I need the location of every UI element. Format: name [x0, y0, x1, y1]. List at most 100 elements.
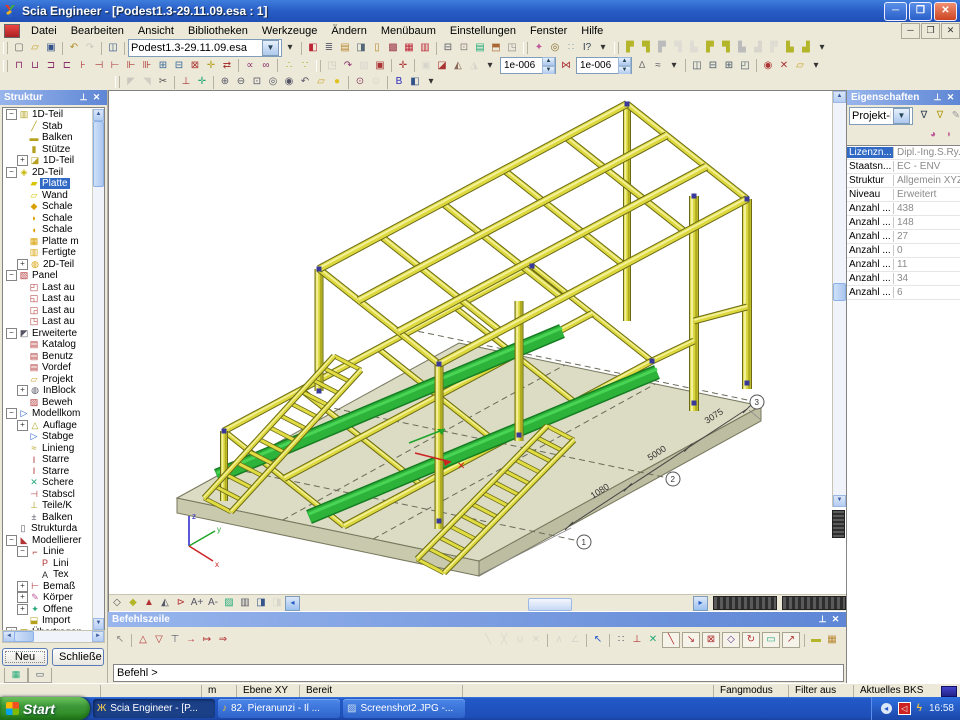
tree-item[interactable]: +◍InBlock [4, 385, 92, 397]
view-set-11-icon[interactable]: ▙ [782, 41, 798, 55]
tree-expander-icon[interactable]: − [6, 408, 17, 419]
close-icon[interactable]: ✕ [829, 614, 842, 626]
save-icon[interactable]: ▣ [43, 41, 59, 55]
inquiry-icon[interactable]: I? [579, 41, 595, 55]
history-icon[interactable]: ↷ [340, 59, 356, 73]
calculator-icon[interactable]: ▦ [824, 633, 840, 647]
render-view-icon[interactable]: ◪ [434, 59, 450, 73]
menu-einstellungen[interactable]: Einstellungen [443, 24, 523, 38]
select-cursor-icon[interactable]: ◤ [123, 75, 139, 89]
property-row[interactable]: Anzahl ...34 [847, 272, 960, 286]
render-triangle-icon[interactable]: ▲ [141, 596, 157, 610]
flags-caret-icon[interactable]: ▾ [814, 41, 830, 55]
tree-item[interactable]: ΡLini [4, 558, 92, 570]
view-3d-icon[interactable]: ◧ [407, 75, 423, 89]
member-end-icon[interactable]: ⊣ [91, 59, 107, 73]
tree-expander-icon[interactable]: − [6, 535, 17, 546]
status-filter[interactable]: Filter aus [788, 685, 853, 697]
edit-pencil-icon[interactable]: ✎ [948, 109, 960, 123]
recess-icon[interactable]: ⊟ [171, 59, 187, 73]
zoom-previous-icon[interactable]: ↶ [297, 75, 313, 89]
opening-icon[interactable]: ⊞ [155, 59, 171, 73]
pin-icon[interactable]: ⊥ [77, 92, 90, 104]
collapse-left-icon[interactable]: ◂ [285, 596, 300, 611]
status-snap-mode[interactable]: Fangmodus [713, 685, 788, 697]
find-in-model-icon[interactable]: ◎ [547, 41, 563, 55]
viewport-scene[interactable]: 108050003075123✕zyx [109, 91, 831, 593]
new-document-icon[interactable]: ▢ [11, 41, 27, 55]
layers-icon[interactable]: ≣ [321, 41, 337, 55]
tree-item[interactable]: ▷Stabge [4, 431, 92, 443]
viewport-vertical-scrollbar[interactable]: ▲ ▼ [832, 91, 846, 507]
tree-item[interactable]: ◆Schale [4, 201, 92, 213]
tile-horizontal-icon[interactable]: ⊟ [705, 59, 721, 73]
end-caret-icon[interactable]: ▾ [808, 59, 824, 73]
model-viewport[interactable]: 108050003075123✕zyx ▲ ▼ ◇◆▲◭⊳A+A-▨▥◨◨ ◂ … [108, 90, 847, 613]
eigenschaften-panel-titlebar[interactable]: Eigenschaften ⊥ ✕ [847, 90, 960, 105]
menu-menbaum[interactable]: Menübaum [374, 24, 443, 38]
tree-item[interactable]: ATex [4, 569, 92, 581]
zoom-all-icon[interactable]: ◎ [265, 75, 281, 89]
tree-item[interactable]: ╱Stab [4, 121, 92, 133]
property-value[interactable]: 11 [894, 259, 960, 270]
menu-bearbeiten[interactable]: Bearbeiten [64, 24, 131, 38]
menu-werkzeuge[interactable]: Werkzeuge [255, 24, 324, 38]
tree-item[interactable]: IStarre [4, 454, 92, 466]
view-caret-icon[interactable]: ▾ [423, 75, 439, 89]
tree-item[interactable]: −⌐Linie [4, 546, 92, 558]
property-value[interactable]: Allgemein XYZ [894, 175, 960, 186]
snap-line-icon[interactable]: ╲ [662, 632, 680, 648]
status-plane[interactable]: Ebene XY [236, 685, 299, 697]
tree-vertical-scrollbar[interactable]: ▲ ▼ [92, 109, 104, 630]
save-view-icon[interactable]: ▣ [418, 59, 434, 73]
favorites-icon[interactable]: ✦ [531, 41, 547, 55]
spin-up-icon[interactable]: ▲ [542, 57, 555, 66]
toolbar-grip[interactable] [614, 42, 619, 54]
property-row[interactable]: Anzahl ...27 [847, 230, 960, 244]
property-value[interactable]: 27 [894, 231, 960, 242]
select-cursor-2-icon[interactable]: ◥ [139, 75, 155, 89]
tree-item[interactable]: ▤Benutz [4, 351, 92, 363]
property-value[interactable]: EC - ENV [894, 161, 960, 172]
tree-item[interactable]: +◍2D-Teil [4, 259, 92, 271]
media-player-tray-icon[interactable]: ◁ [898, 702, 911, 715]
status-ucs[interactable]: Aktuelles BKS [853, 685, 938, 697]
toolbar-grip[interactable] [3, 42, 8, 54]
selection-tee-icon[interactable]: ⊤ [167, 633, 183, 647]
clipboard-icon[interactable]: ▯ [369, 41, 385, 55]
tab-struktur-icon[interactable]: ▦ [4, 668, 28, 683]
property-row[interactable]: Anzahl ...6 [847, 286, 960, 300]
bks-icon[interactable] [941, 686, 957, 697]
mark-red-icon[interactable]: ▣ [372, 59, 388, 73]
scrollbar-thumb[interactable] [528, 598, 572, 611]
property-value[interactable]: 6 [894, 287, 960, 298]
wire-mode-off-icon[interactable]: ◮ [466, 59, 482, 73]
start-button[interactable]: Start [0, 697, 90, 720]
haunch-icon[interactable]: ⊩ [123, 59, 139, 73]
project-folder-icon[interactable]: ▱ [792, 59, 808, 73]
property-row[interactable]: StrukturAllgemein XYZ [847, 174, 960, 188]
property-row[interactable]: Anzahl ...11 [847, 258, 960, 272]
mdi-minimize-button[interactable]: ─ [901, 23, 920, 39]
tree-item[interactable]: ◗Schale [4, 213, 92, 225]
scrollbar-thumb[interactable] [14, 631, 34, 642]
arc-tool-icon[interactable]: ∪ [512, 633, 528, 647]
tree-item[interactable]: ◳Last au [4, 316, 92, 328]
package-icon[interactable]: ⬒ [488, 41, 504, 55]
tree-expander-icon[interactable]: − [6, 109, 17, 120]
tree-expander-icon[interactable]: + [17, 259, 28, 270]
hide-icons-chevron-icon[interactable]: ◂ [881, 703, 892, 714]
tree-item[interactable]: ▱Projekt [4, 374, 92, 386]
tile-vertical-icon[interactable]: ⊞ [721, 59, 737, 73]
point-grid-icon[interactable]: ∷ [563, 41, 579, 55]
workspace-layout-icon[interactable]: ◫ [105, 41, 121, 55]
property-value[interactable]: 34 [894, 273, 960, 284]
line-tool-icon[interactable]: ╲ [480, 633, 496, 647]
zoom-selection-icon[interactable]: ◉ [281, 75, 297, 89]
gallery-icon[interactable]: ▤ [337, 41, 353, 55]
x-tool-icon[interactable]: ✕ [528, 633, 544, 647]
snap-endpoint-icon[interactable]: ↘ [682, 632, 700, 648]
filter-selection-icon[interactable]: ▨ [356, 59, 372, 73]
command-input[interactable]: Befehl > [113, 664, 844, 682]
expand-right-icon[interactable]: ▸ [693, 596, 708, 611]
